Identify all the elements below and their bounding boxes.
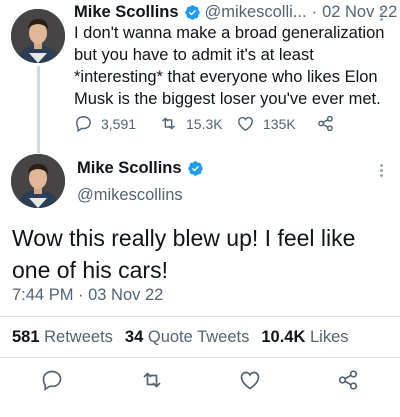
- likes-count: 10.4K: [261, 328, 306, 346]
- reply-button[interactable]: [40, 368, 64, 392]
- quote-label: Quote Tweets: [147, 328, 250, 346]
- engagement-stats: 581 Retweets 34 Quote Tweets 10.4K Likes: [12, 328, 361, 347]
- like-button[interactable]: 135K: [236, 114, 296, 133]
- reply-bubble-icon: [42, 370, 62, 391]
- reply-count: 3,591: [101, 115, 137, 132]
- share-icon: [318, 115, 333, 132]
- avatar-photo: [11, 154, 65, 208]
- quote-count: 34: [124, 328, 144, 346]
- share-icon: [338, 370, 358, 390]
- more-vertical-icon[interactable]: [372, 161, 390, 179]
- heart-icon: [240, 371, 260, 390]
- author-handle[interactable]: @mikescolli...: [205, 3, 307, 22]
- reply-button[interactable]: 3,591: [74, 114, 136, 133]
- retweet-count: 15.3K: [186, 115, 223, 132]
- retweet-arrows-icon: [143, 372, 161, 388]
- reply-tweet-text: I don't wanna make a broad generalizatio…: [74, 24, 385, 108]
- main-tweet-actions: [0, 368, 400, 396]
- more-vertical-icon[interactable]: [372, 5, 390, 23]
- retweet-arrows-icon: [162, 117, 175, 130]
- verified-badge-icon: [187, 161, 203, 176]
- avatar[interactable]: [11, 154, 65, 208]
- reply-tweet-header: Mike Scollins @mikescolli... · 02 Nov 22: [74, 3, 397, 22]
- share-button[interactable]: [316, 114, 343, 133]
- main-tweet-header: Mike Scollins: [77, 159, 208, 178]
- share-button[interactable]: [336, 368, 360, 392]
- likes-label: Likes: [310, 328, 349, 346]
- reply-tweet-actions: 3,591 15.3K 135K: [74, 114, 344, 136]
- main-tweet-text: Wow this really blew up! I feel like one…: [12, 225, 356, 283]
- retweet-button[interactable]: 15.3K: [159, 114, 223, 133]
- author-name[interactable]: Mike Scollins: [77, 159, 182, 178]
- avatar[interactable]: [11, 9, 65, 63]
- tweet-timestamp[interactable]: 7:44 PM · 03 Nov 22: [12, 286, 163, 305]
- like-button[interactable]: [238, 368, 262, 392]
- like-count: 135K: [263, 115, 296, 132]
- heart-icon: [238, 116, 253, 132]
- divider: [0, 357, 400, 358]
- retweets-stat[interactable]: 581 Retweets: [12, 328, 125, 346]
- likes-stat[interactable]: 10.4K Likes: [261, 328, 360, 346]
- meta-separator: ·: [311, 3, 318, 21]
- retweets-count: 581: [12, 328, 40, 346]
- author-handle[interactable]: @mikescollins: [77, 186, 183, 205]
- quote-tweets-stat[interactable]: 34 Quote Tweets: [125, 328, 261, 346]
- reply-bubble-icon: [76, 116, 91, 133]
- verified-badge-icon: [184, 5, 200, 20]
- divider: [0, 316, 400, 317]
- author-name[interactable]: Mike Scollins: [74, 3, 179, 22]
- retweets-label: Retweets: [44, 328, 113, 346]
- avatar-photo: [11, 9, 65, 63]
- thread-connector-line: [37, 66, 40, 153]
- retweet-button[interactable]: [140, 368, 164, 392]
